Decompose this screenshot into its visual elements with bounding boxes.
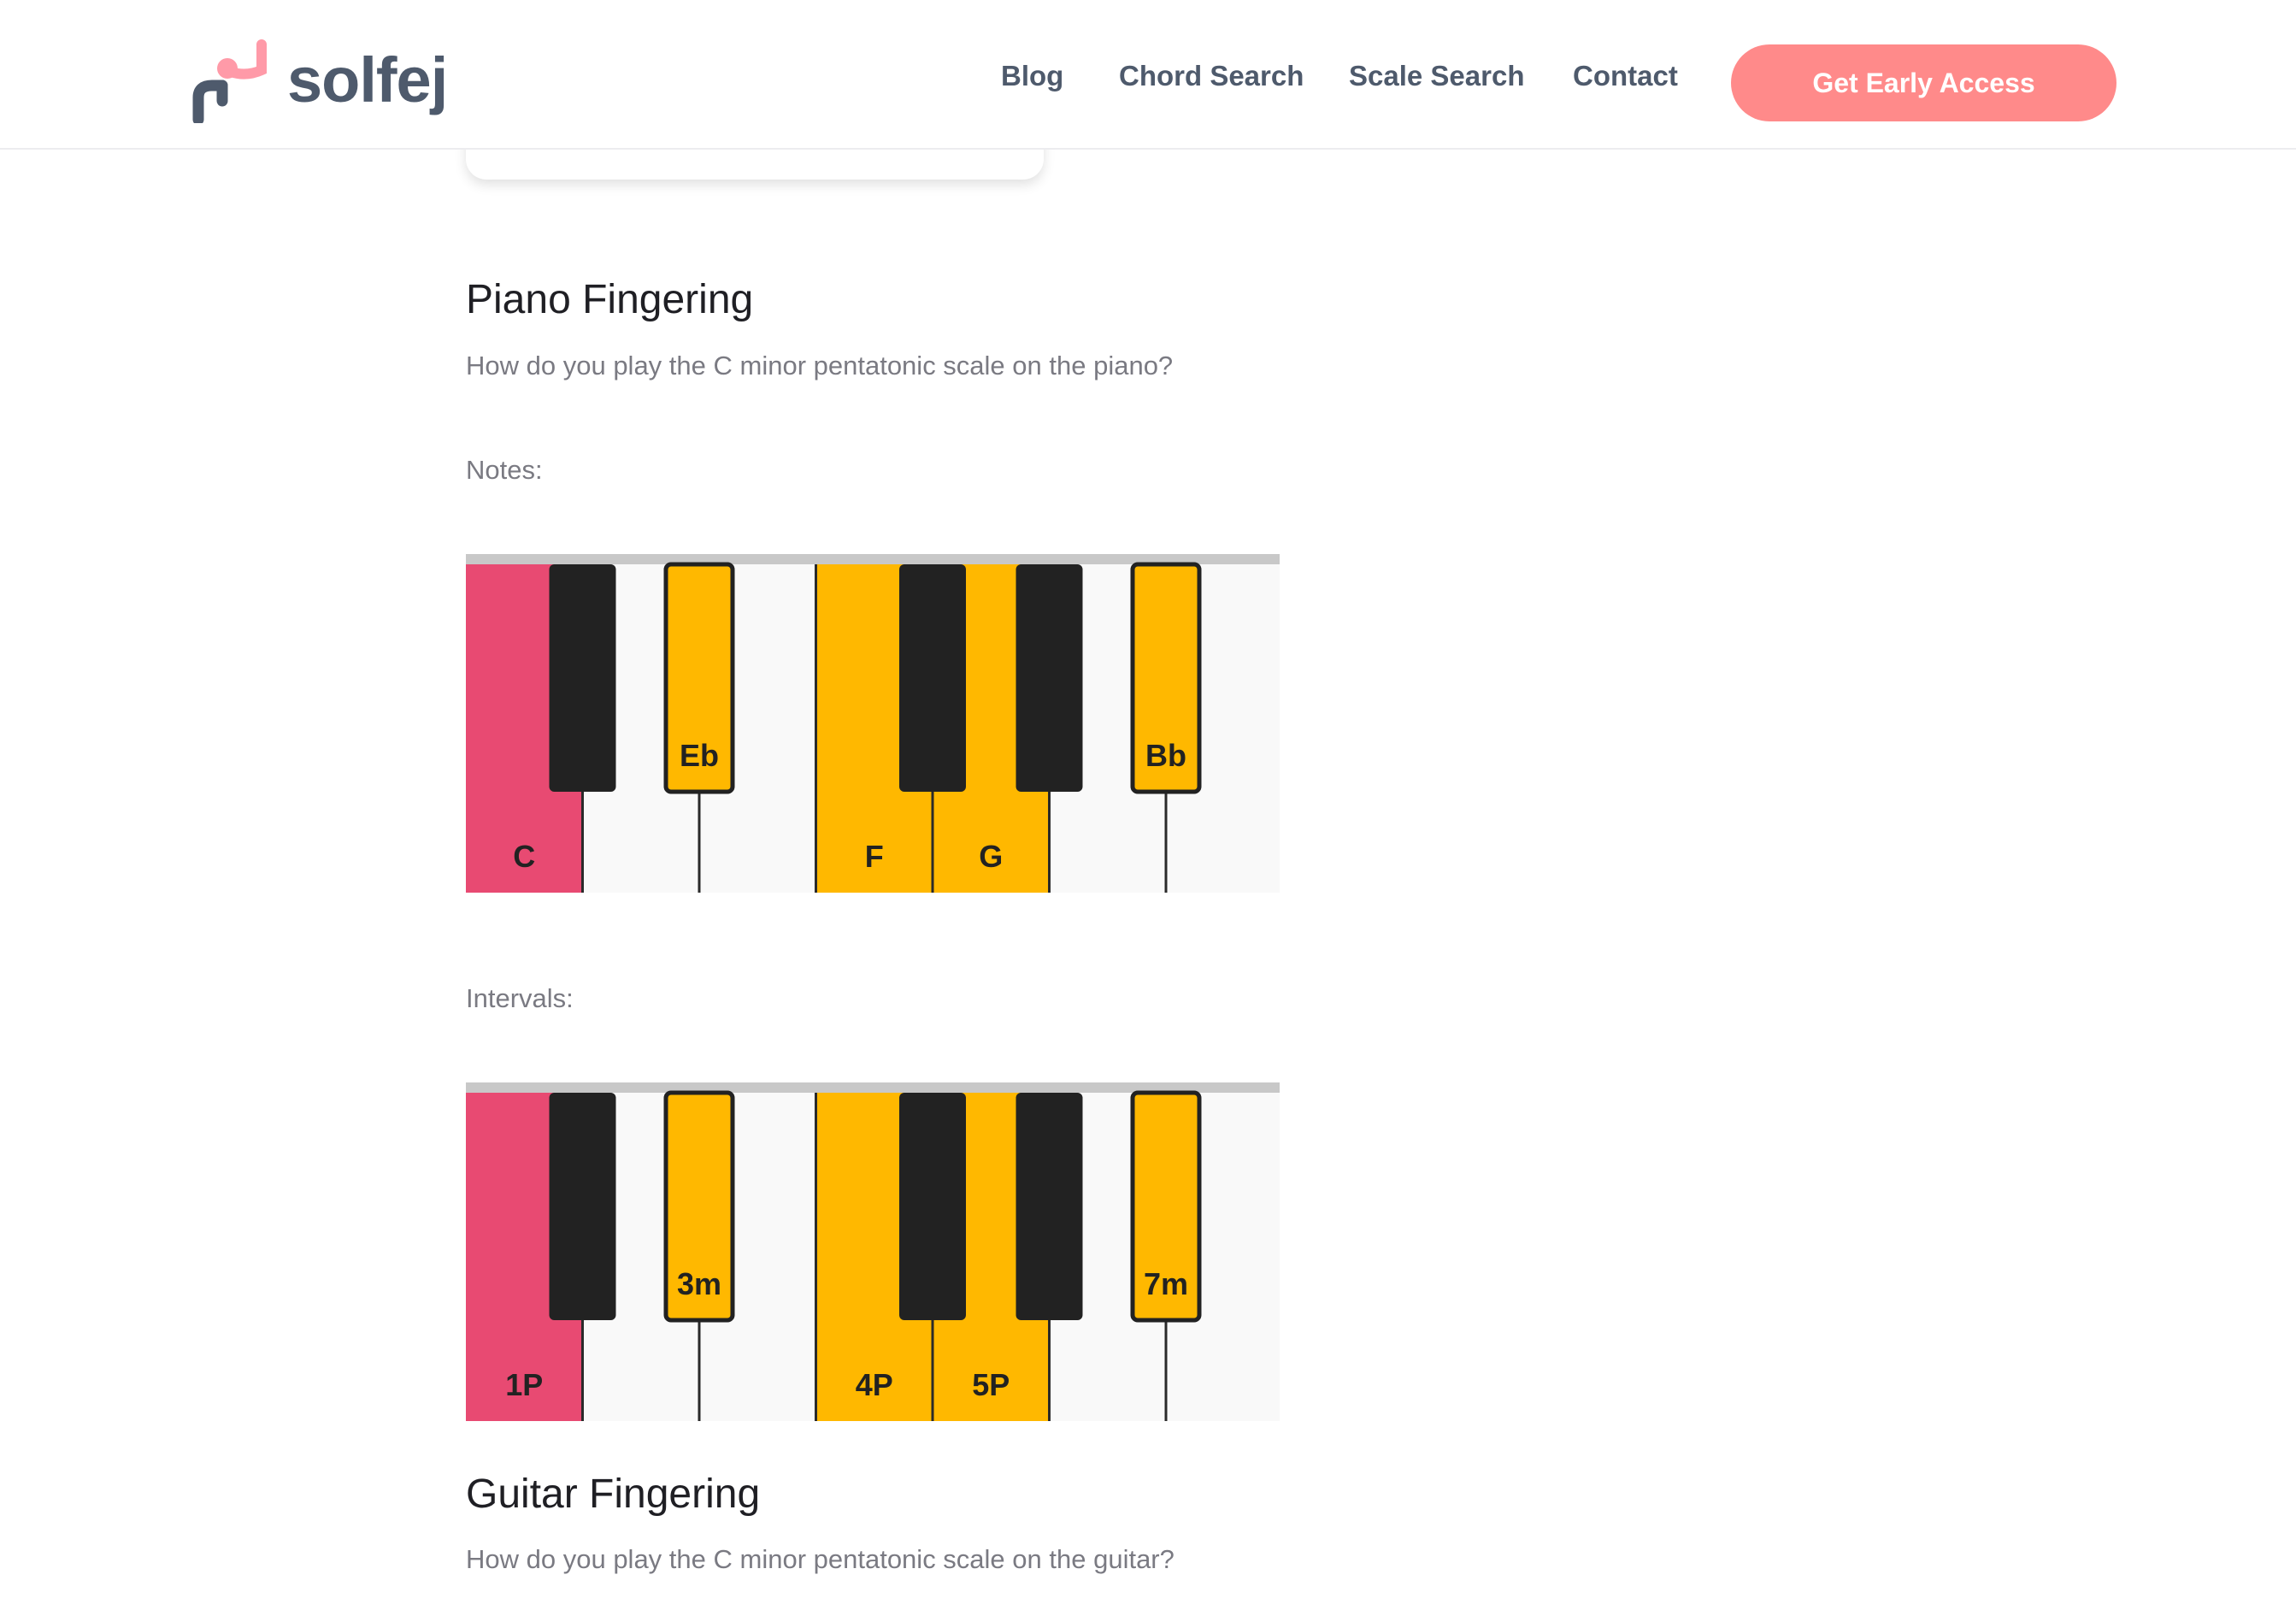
nav-blog[interactable]: Blog — [1001, 60, 1063, 92]
black-key[interactable]: 7m — [1130, 1090, 1202, 1323]
piano-fingering-question: How do you play the C minor pentatonic s… — [466, 351, 1174, 380]
black-key[interactable] — [549, 1093, 616, 1320]
brand-name: solfej — [287, 44, 448, 115]
guitar-fingering-title: Guitar Fingering — [466, 1472, 761, 1517]
white-key-label: 1P — [505, 1367, 543, 1402]
white-key-label: G — [979, 839, 1003, 874]
nav-chord-search[interactable]: Chord Search — [1119, 60, 1304, 92]
white-key-label: 4P — [856, 1367, 893, 1402]
logo[interactable]: solfej — [186, 38, 448, 123]
site-header: solfej Blog Chord Search Scale Search Co… — [0, 0, 2296, 150]
black-key[interactable]: Eb — [663, 562, 735, 794]
black-key[interactable] — [1016, 564, 1083, 792]
black-key[interactable]: Bb — [1130, 562, 1202, 794]
white-key-label: C — [513, 839, 535, 874]
black-key-label: Eb — [680, 738, 719, 773]
solfej-logo-icon — [192, 39, 267, 123]
black-key[interactable] — [1016, 1093, 1083, 1320]
black-key[interactable] — [899, 1093, 966, 1320]
notes-label: Notes: — [466, 455, 543, 485]
nav-scale-search[interactable]: Scale Search — [1349, 60, 1524, 92]
black-key-label: 7m — [1144, 1266, 1188, 1301]
notes-keyboard: C F G Eb Bb — [466, 554, 1280, 893]
nav-contact[interactable]: Contact — [1573, 60, 1678, 92]
piano-fingering-title: Piano Fingering — [466, 277, 754, 322]
intervals-label: Intervals: — [466, 983, 574, 1013]
intervals-keyboard: 1P 4P 5P 3m 7m — [466, 1082, 1280, 1421]
black-key[interactable]: 3m — [663, 1090, 735, 1323]
guitar-fingering-question: How do you play the C minor pentatonic s… — [466, 1544, 1174, 1574]
white-key-label: 5P — [972, 1367, 1010, 1402]
get-early-access-button[interactable]: Get Early Access — [1731, 44, 2116, 121]
black-key-label: Bb — [1145, 738, 1186, 773]
white-key-label: F — [865, 839, 884, 874]
black-key[interactable] — [549, 564, 616, 792]
black-key-label: 3m — [677, 1266, 721, 1301]
black-key[interactable] — [899, 564, 966, 792]
